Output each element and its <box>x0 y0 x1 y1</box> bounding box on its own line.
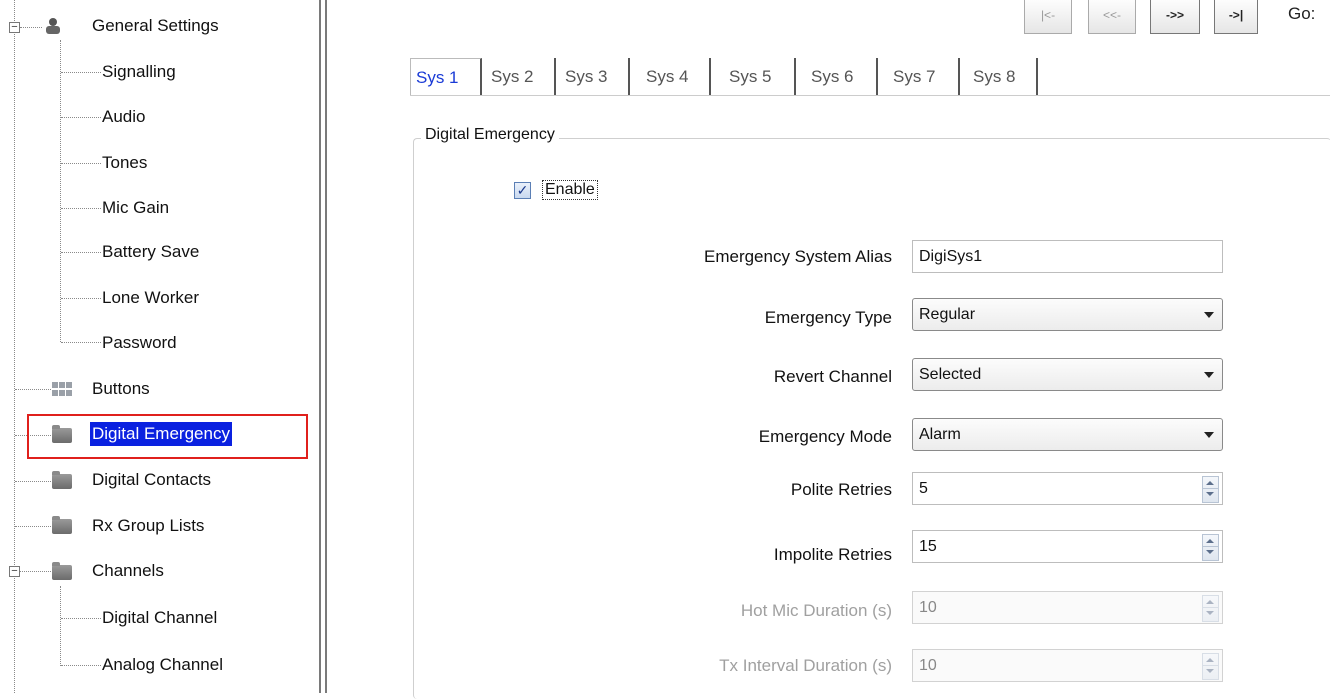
tree-connector <box>61 72 101 73</box>
dropdown-arrow-icon <box>1204 372 1214 378</box>
tree-guide-line <box>14 0 15 693</box>
tree-connector <box>20 571 51 572</box>
tree-connector <box>61 208 101 209</box>
impolite-retries-value: 15 <box>919 538 937 555</box>
hot-mic-duration-value: 10 <box>919 599 937 616</box>
buttons-grid-icon <box>52 382 72 396</box>
tree-item-password[interactable]: Password <box>102 331 177 355</box>
tree-item-analog-channel[interactable]: Analog Channel <box>102 653 223 677</box>
emergency-system-alias-value: DigiSys1 <box>919 248 983 265</box>
spinner-arrows-icon <box>1202 595 1219 622</box>
impolite-retries-label: Impolite Retries <box>773 545 892 564</box>
goto-label: Go: <box>1288 4 1316 23</box>
tree-item-signalling[interactable]: Signalling <box>102 60 176 84</box>
impolite-retries-spinbox[interactable]: 15 <box>912 530 1223 563</box>
polite-retries-label: Polite Retries <box>790 480 892 499</box>
tree-connector <box>61 342 101 343</box>
tree-connector <box>61 117 101 118</box>
content-pane: |<- <<- ->> ->| Go: Sys 1 Sys 2 Sys 3 Sy… <box>338 0 1330 699</box>
pane-splitter[interactable] <box>318 0 328 693</box>
hot-mic-duration-label: Hot Mic Duration (s) <box>740 601 892 620</box>
dropdown-arrow-icon <box>1204 312 1214 318</box>
folder-icon <box>52 471 72 489</box>
tab-sys-3[interactable]: Sys 3 <box>560 58 630 95</box>
last-record-button[interactable]: ->| <box>1214 0 1258 34</box>
spinner-arrows-icon[interactable] <box>1202 476 1219 503</box>
folder-icon <box>52 516 72 534</box>
tab-sys-5[interactable]: Sys 5 <box>724 58 796 95</box>
tree-connector <box>15 481 51 482</box>
folder-icon <box>52 562 72 580</box>
tab-sys-2[interactable]: Sys 2 <box>486 58 556 95</box>
tree-connector <box>15 526 51 527</box>
emergency-mode-value: Alarm <box>919 426 961 443</box>
revert-channel-value: Selected <box>919 366 982 383</box>
emergency-type-value: Regular <box>919 306 976 323</box>
tree-item-mic-gain[interactable]: Mic Gain <box>102 196 169 220</box>
tab-sys-7[interactable]: Sys 7 <box>888 58 960 95</box>
first-record-button[interactable]: |<- <box>1024 0 1072 34</box>
collapse-general-settings-button[interactable]: − <box>9 22 20 33</box>
tab-sys-1[interactable]: Sys 1 <box>410 58 482 96</box>
tree-item-digital-channel[interactable]: Digital Channel <box>102 606 217 630</box>
tree-connector <box>61 618 101 619</box>
tab-sys-6[interactable]: Sys 6 <box>806 58 878 95</box>
next-record-button[interactable]: ->> <box>1150 0 1200 34</box>
polite-retries-spinbox[interactable]: 5 <box>912 472 1223 505</box>
tree-connector <box>20 27 42 28</box>
previous-record-button[interactable]: <<- <box>1088 0 1136 34</box>
enable-checkbox[interactable]: ✓ <box>514 182 531 199</box>
tree-item-digital-contacts[interactable]: Digital Contacts <box>92 468 211 492</box>
emergency-system-alias-label: Emergency System Alias <box>703 247 892 266</box>
dropdown-arrow-icon <box>1204 432 1214 438</box>
tree-item-battery-save[interactable]: Battery Save <box>102 240 199 264</box>
tx-interval-duration-spinbox: 10 <box>912 649 1223 682</box>
emergency-system-alias-input[interactable]: DigiSys1 <box>912 240 1223 273</box>
spinner-arrows-icon[interactable] <box>1202 534 1219 561</box>
tree-connector <box>61 298 101 299</box>
emergency-type-select[interactable]: Regular <box>912 298 1223 331</box>
tree-guide-line <box>60 586 61 666</box>
collapse-channels-button[interactable]: − <box>9 566 20 577</box>
revert-channel-label: Revert Channel <box>773 367 892 386</box>
enable-checkbox-label[interactable]: Enable <box>542 180 598 200</box>
tree-item-lone-worker[interactable]: Lone Worker <box>102 286 199 310</box>
tree-item-rx-group-lists[interactable]: Rx Group Lists <box>92 514 204 538</box>
tx-interval-duration-label: Tx Interval Duration (s) <box>719 656 892 675</box>
tree-connector <box>61 163 101 164</box>
tab-sys-4[interactable]: Sys 4 <box>641 58 711 95</box>
revert-channel-select[interactable]: Selected <box>912 358 1223 391</box>
tx-interval-duration-value: 10 <box>919 657 937 674</box>
tab-baseline <box>410 95 1330 96</box>
hot-mic-duration-spinbox: 10 <box>912 591 1223 624</box>
groupbox-title: Digital Emergency <box>421 126 559 144</box>
tree-connector <box>61 665 101 666</box>
tree-guide-line <box>60 40 61 342</box>
tree-item-general-settings[interactable]: General Settings <box>92 14 219 38</box>
tree-item-audio[interactable]: Audio <box>102 105 145 129</box>
polite-retries-value: 5 <box>919 480 928 497</box>
emergency-mode-select[interactable]: Alarm <box>912 418 1223 451</box>
emergency-mode-label: Emergency Mode <box>758 427 892 446</box>
spinner-arrows-icon <box>1202 653 1219 680</box>
tree-connector <box>15 389 51 390</box>
navigation-tree: − General Settings Signalling Audio Tone… <box>0 0 318 693</box>
person-settings-icon <box>46 18 60 34</box>
tree-connector <box>61 252 101 253</box>
tree-item-buttons[interactable]: Buttons <box>92 377 150 401</box>
selection-highlight-box <box>27 414 308 459</box>
tab-sys-8[interactable]: Sys 8 <box>968 58 1038 95</box>
emergency-type-label: Emergency Type <box>764 308 892 327</box>
tree-item-tones[interactable]: Tones <box>102 151 147 175</box>
tree-item-channels[interactable]: Channels <box>92 559 164 583</box>
